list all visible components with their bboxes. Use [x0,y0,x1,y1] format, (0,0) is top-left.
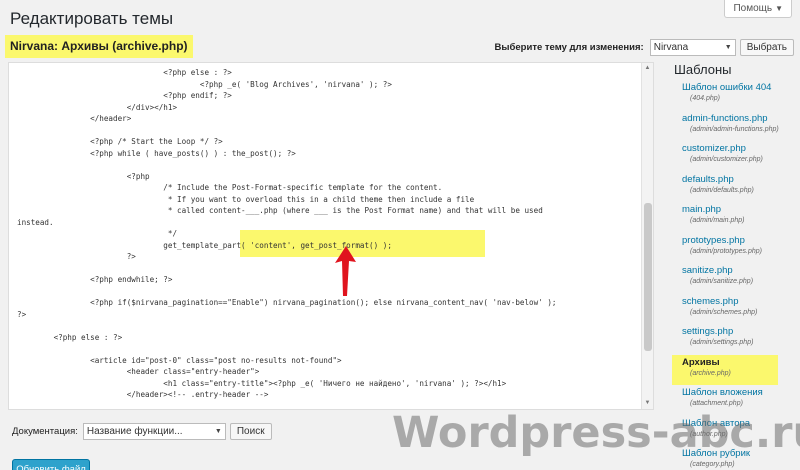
sidebar-item[interactable]: admin-functions.php (admin/admin-function… [672,111,798,141]
sidebar-item-name: schemes.php [682,295,739,307]
sidebar-item-file: (admin/main.php) [690,217,745,224]
code-line: <?php else : ?> [17,332,123,342]
sidebar-item-file: (admin/customizer.php) [690,156,763,163]
code-line: <?php else : ?> [17,68,232,77]
code-line: <?php while ( have_posts() ) : the_post(… [17,148,296,158]
code-line: <header class="entry-header"> [17,367,260,376]
search-button[interactable]: Поиск [229,422,272,440]
sidebar-item-name: sanitize.php [682,265,733,276]
red-arrow-icon [335,246,356,296]
sidebar-item-file: (archive.php) [690,369,731,377]
code-line: * If you want to overload this in a chil… [17,194,475,204]
sidebar-item-name: Архивы [682,356,720,368]
page-title: Редактировать темы [10,9,174,28]
file-title: Nirvana: Архивы (archive.php) [5,35,193,58]
sidebar-item-name: admin-functions.php [682,112,768,124]
sidebar-title: Шаблоны [674,62,732,77]
code-line: </header> [17,114,132,123]
sidebar-item-file: (category.php) [690,461,735,468]
theme-select-row: Выберите тему для изменения: Nirvana ▼ В… [495,38,794,56]
sidebar-item-file: (admin/prototypes.php) [690,247,762,255]
sidebar-item-file: (admin/admin-functions.php) [690,125,779,133]
code-textarea[interactable]: <?php else : ?> <?php _e( 'Blog Archives… [9,63,641,409]
sidebar-item-file: (404.php) [690,95,720,102]
sidebar-item-file: (admin/sanitize.php) [690,278,754,285]
code-line: ?> [17,309,27,319]
sidebar-item-name: defaults.php [682,173,734,185]
sidebar-item-file: (admin/settings.php) [690,339,754,346]
help-label: Помощь [733,3,773,14]
theme-select-value: Nirvana [653,41,689,53]
code-line: */ [17,229,178,238]
code-line: /* Include the Post-Format-specific temp… [17,183,443,192]
sidebar-item[interactable]: customizer.php (admin/customizer.php) [672,141,798,171]
scroll-thumb[interactable] [644,203,652,351]
code-line: </header><!-- .entry-header --> [17,390,269,399]
sidebar-item-file: (admin/schemes.php) [690,308,758,316]
code-line: <article id="post-0" class="post no-resu… [17,355,342,365]
code-line: <?php _e( 'Blog Archives', 'nirvana' ); … [17,79,392,89]
chevron-down-icon: ▼ [214,427,222,435]
sidebar-item[interactable]: Шаблон ошибки 404 (404.php) [672,80,798,110]
documentation-row: Документация: Название функции... ▼ Поис… [12,422,272,440]
sidebar-item[interactable]: main.php (admin/main.php) [672,202,798,232]
code-line: <?php [17,171,150,181]
editor-scrollbar[interactable]: ▲ ▼ [641,63,653,409]
sidebar-item-name: settings.php [682,326,734,337]
help-tab[interactable]: Помощь ▼ [724,0,792,18]
chevron-down-icon: ▼ [775,4,783,13]
sidebar-item[interactable]: defaults.php (admin/defaults.php) [672,172,798,202]
sidebar-item[interactable]: sanitize.php (admin/sanitize.php) [672,263,798,293]
code-line: <?php if($nirvana_pagination=="Enable") … [17,298,557,307]
function-select-value: Название функции... [86,425,183,437]
code-line: * called content-___.php (where ___ is t… [17,206,543,215]
theme-select-label: Выберите тему для изменения: [494,41,644,53]
chevron-down-icon: ▼ [724,43,732,51]
documentation-label: Документация: [12,425,78,437]
sidebar-item[interactable]: settings.php (admin/settings.php) [672,324,798,354]
sidebar-item-name: Шаблон вложения [682,387,763,398]
function-select[interactable]: Название функции... ▼ [82,422,226,440]
code-line: instead. [17,217,54,227]
select-theme-button[interactable]: Выбрать [739,38,794,56]
code-line: <h1 class="entry-title"><?php _e( 'Ничег… [17,378,507,388]
code-line: </div></h1> [17,102,178,112]
sidebar-item-file: (admin/defaults.php) [690,186,754,194]
sidebar-item[interactable]: schemes.php (admin/schemes.php) [672,294,798,324]
code-line: <?php endif; ?> [17,91,232,100]
sidebar-item-name: main.php [682,204,722,215]
code-line: <?php endwhile; ?> [17,275,173,284]
update-file-button[interactable]: Обновить файл [12,459,90,470]
sidebar-item-name: Шаблон ошибки 404 [682,82,772,93]
code-line: ?> [17,252,136,261]
theme-select[interactable]: Nirvana ▼ [649,38,736,56]
watermark-text: Wordpress-abc.ru [392,408,800,458]
scroll-up-icon[interactable]: ▲ [642,63,653,74]
sidebar-item[interactable]: Архивы (archive.php) [672,354,778,385]
sidebar-item[interactable]: prototypes.php (admin/prototypes.php) [672,233,798,263]
code-line: <?php /* Start the Loop */ ?> [17,137,223,146]
sidebar-item-name: customizer.php [682,143,746,154]
code-editor[interactable]: <?php else : ?> <?php _e( 'Blog Archives… [8,62,654,410]
sidebar-item-name: prototypes.php [682,234,745,246]
